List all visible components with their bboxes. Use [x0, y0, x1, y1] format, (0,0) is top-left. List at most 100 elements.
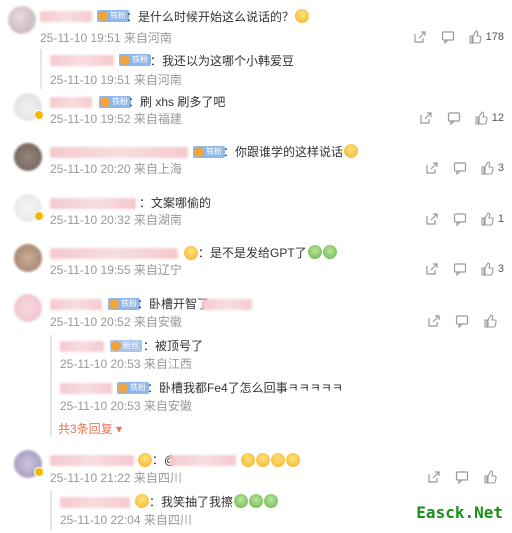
emoji-icon: [256, 453, 270, 467]
comment-actions: 3: [418, 262, 504, 276]
more-replies-link[interactable]: 共3条回复 ▾: [58, 421, 122, 437]
share-icon[interactable]: [418, 161, 446, 175]
comment-meta: 25-11-10 19:55 来自辽宁: [50, 263, 182, 277]
comment-text: ：刷 xhs 刷多了吧: [128, 95, 226, 109]
comment-meta: 25-11-10 19:51 来自河南: [40, 31, 172, 45]
avatar[interactable]: [14, 143, 42, 171]
like-button[interactable]: 1: [480, 212, 504, 226]
reply-bar: [40, 49, 42, 89]
username-blurred[interactable]: [50, 198, 136, 209]
comment-icon[interactable]: [448, 470, 476, 484]
avatar[interactable]: [14, 244, 42, 272]
like-count: 12: [491, 112, 504, 124]
comment-icon[interactable]: [446, 212, 474, 226]
mention-blurred[interactable]: [202, 299, 252, 310]
share-icon[interactable]: [420, 470, 448, 484]
like-button[interactable]: 3: [480, 262, 504, 276]
comment-meta: 25-11-10 20:20 来自上海: [50, 162, 182, 176]
comment-actions: [420, 314, 504, 328]
comment-text: ：文案哪偷的: [139, 196, 212, 210]
fan-badge-icon: [138, 453, 152, 467]
fan-badge-icon: 铁粉: [108, 298, 140, 310]
reply-meta: 25-11-10 20:53 来自安徽: [60, 399, 192, 413]
share-icon[interactable]: [406, 30, 434, 44]
like-count: 3: [497, 162, 504, 174]
fan-badge-icon: 粉丝: [110, 340, 142, 352]
reply-bar: [50, 335, 52, 437]
username-blurred[interactable]: [60, 341, 104, 352]
fan-badge-icon: 铁粉: [97, 10, 129, 22]
avatar[interactable]: [8, 6, 36, 34]
username-blurred[interactable]: [50, 299, 102, 310]
reply-bar: [50, 490, 52, 530]
username-blurred[interactable]: [50, 455, 134, 466]
username-blurred[interactable]: [50, 97, 92, 108]
like-button[interactable]: 12: [474, 111, 504, 125]
comment-actions: 3: [418, 161, 504, 175]
fan-badge-icon: [184, 246, 198, 260]
avatar[interactable]: [14, 294, 42, 322]
comment-actions: 12: [412, 111, 504, 125]
emoji-icon: [234, 494, 249, 508]
emoji-icon: [322, 245, 337, 259]
comment-meta: 25-11-10 20:52 来自安徽: [50, 315, 182, 329]
like-count: 3: [497, 263, 504, 275]
reply-text: ：我笑抽了我擦: [149, 494, 279, 510]
comment-actions: 178: [406, 30, 504, 44]
thinking-emoji-icon: [295, 9, 310, 23]
like-count: 1: [497, 213, 504, 225]
comment-text: ：你跟谁学的这样说话: [223, 144, 359, 160]
like-button[interactable]: 3: [480, 161, 504, 175]
verified-badge-icon: [34, 467, 44, 477]
emoji-icon: [271, 453, 285, 467]
emoji-icon: [307, 245, 322, 259]
share-icon[interactable]: [418, 212, 446, 226]
emoji-icon: [286, 453, 300, 467]
fan-badge-icon: 铁粉: [193, 146, 225, 158]
reply-text: ：卧槽我都Fe4了怎么回事ㅋㅋㅋㅋㅋ: [147, 381, 343, 395]
reply-text: ：我还以为这哪个小韩爱豆: [150, 54, 295, 68]
username-blurred[interactable]: [60, 383, 112, 394]
like-button[interactable]: [476, 314, 504, 328]
comment-meta: 25-11-10 19:52 来自福建: [50, 112, 182, 126]
like-button[interactable]: 178: [468, 30, 504, 44]
comment-icon[interactable]: [446, 161, 474, 175]
username-blurred[interactable]: [50, 248, 178, 259]
comment-icon[interactable]: [434, 30, 462, 44]
comment-icon[interactable]: [448, 314, 476, 328]
fan-badge-icon: 铁粉: [119, 54, 151, 66]
watermark-logo: Easck.Net: [413, 503, 506, 523]
comment-text: ：是什么时候开始这么说话的？: [126, 9, 310, 25]
reply-meta: 25-11-10 20:53 来自江西: [60, 357, 192, 371]
share-icon[interactable]: [418, 262, 446, 276]
emoji-icon: [344, 144, 359, 158]
username-blurred[interactable]: [40, 11, 92, 22]
emoji-group: [240, 452, 300, 470]
comment-icon[interactable]: [446, 262, 474, 276]
username-blurred[interactable]: [50, 55, 114, 66]
verified-badge-icon: [34, 211, 44, 221]
comment-actions: 1: [418, 212, 504, 226]
comment-actions: [420, 470, 504, 484]
username-blurred[interactable]: [60, 497, 130, 508]
reply-text: ：被顶号了: [143, 339, 204, 353]
chevron-down-icon: ▾: [116, 422, 123, 436]
fan-badge-icon: 铁粉: [117, 382, 149, 394]
comment-meta: 25-11-10 21:22 来自四川: [50, 471, 182, 485]
mention-blurred[interactable]: [170, 455, 236, 466]
fan-badge-icon: [135, 494, 149, 508]
emoji-icon: [241, 453, 255, 467]
emoji-icon: [249, 494, 264, 508]
share-icon[interactable]: [412, 111, 440, 125]
comment-text: ：卧槽开智了: [137, 297, 210, 311]
like-count: 178: [485, 31, 504, 43]
comment-text: ：是不是发给GPT了: [198, 245, 337, 261]
emoji-icon: [264, 494, 279, 508]
reply-meta: 25-11-10 22:04 来自四川: [60, 513, 192, 527]
like-button[interactable]: [476, 470, 504, 484]
comment-icon[interactable]: [440, 111, 468, 125]
username-blurred[interactable]: [50, 147, 188, 158]
share-icon[interactable]: [420, 314, 448, 328]
reply-meta: 25-11-10 19:51 来自河南: [50, 73, 182, 87]
verified-badge-icon: [34, 110, 44, 120]
